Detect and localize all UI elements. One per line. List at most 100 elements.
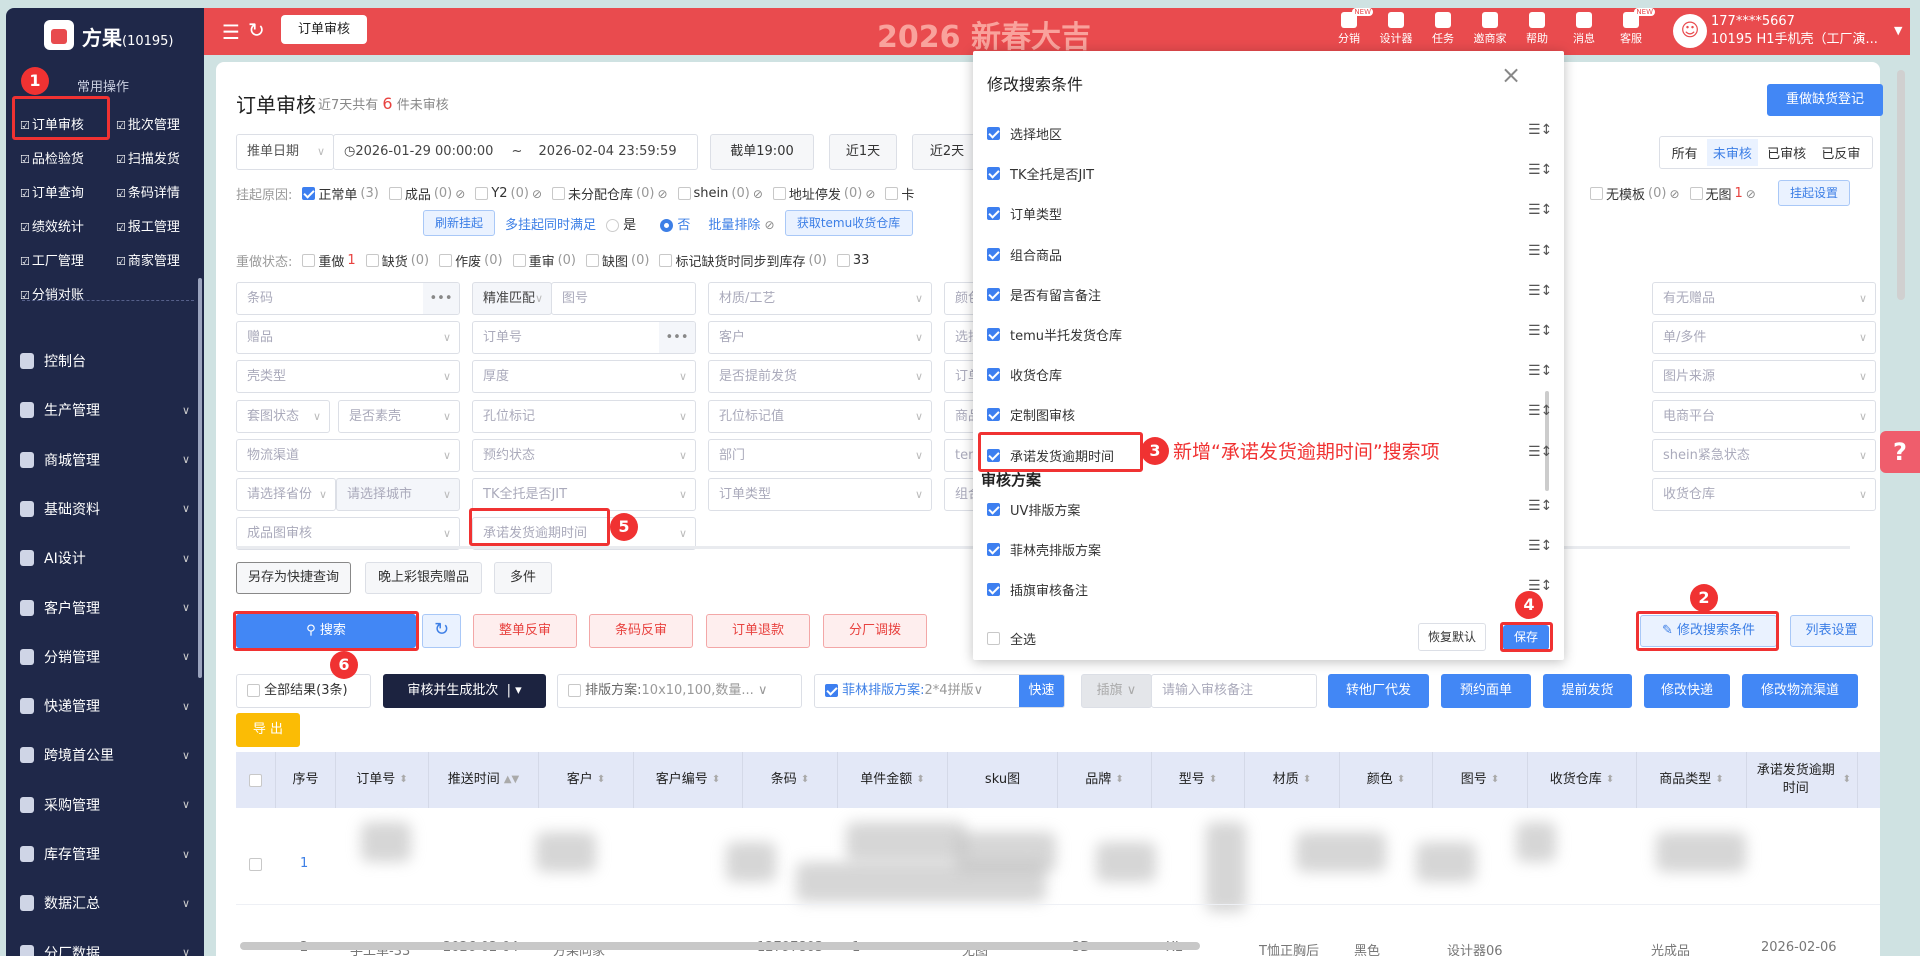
ban-icon[interactable]: ⊘ [657,187,667,201]
checkbox[interactable] [512,254,526,267]
column-header[interactable]: 承诺发货逾期时间 ⬍ [1747,752,1858,808]
filter-checkbox[interactable]: 缺图 (0) [586,251,649,270]
ban-icon[interactable]: ⊘ [532,187,542,201]
restore-default-button[interactable]: 恢复默认 [1418,623,1486,651]
drag-sort-icon[interactable]: ☰↕ [1528,202,1552,218]
list-settings-button[interactable]: 列表设置 [1790,615,1873,647]
drag-sort-icon[interactable]: ☰↕ [1528,122,1552,138]
column-header[interactable]: 收货仓库 ⬍ [1528,752,1637,808]
approve-generate-batch-button[interactable]: 审核并生成批次 | ▾ [383,674,546,708]
status-tab[interactable]: 未审核 [1706,139,1758,166]
header-service-button[interactable]: 客服 NEW [1611,8,1655,46]
dialog-condition-item[interactable]: 插旗审核备注 [987,580,1088,599]
column-header[interactable]: 客户 ⬍ [539,752,634,808]
sort-icon[interactable]: ⬍ [1209,771,1217,789]
quick-item[interactable]: ☑ 商家管理 [116,250,180,269]
filter-select[interactable]: shein紧急状态 ∨ [1652,438,1876,472]
more-icon[interactable]: ••• [423,283,459,314]
dialog-condition-item[interactable]: 收货仓库 [987,365,1062,384]
filter-select[interactable]: 电商平台 ∨ [1652,399,1876,433]
drag-sort-icon[interactable]: ☰↕ [1528,162,1552,178]
quick-item[interactable]: ☑ 条码详情 [116,182,180,201]
ban-icon[interactable]: ⊘ [865,187,875,201]
row-checkbox[interactable] [249,858,262,871]
date-range-input[interactable]: ◷2026-01-29 00:00:00 ~ 2026-02-04 23:59:… [333,134,698,170]
drag-sort-icon[interactable]: ☰↕ [1528,538,1552,554]
filter-select[interactable]: TK全托是否JIT ∨ [472,478,696,511]
column-header[interactable]: 推送时间 ▲▼ [429,752,539,808]
action-button[interactable]: 订单退款 [706,614,810,648]
ban-icon[interactable]: ⊘ [753,187,763,201]
checkbox[interactable] [987,503,1000,516]
column-header[interactable]: 单件金额 ⬍ [838,752,948,808]
ban-icon[interactable]: ⊘ [1746,187,1756,201]
column-header[interactable]: 型号 ⬍ [1152,752,1245,808]
header-user-button[interactable]: 邀商家 [1470,8,1510,46]
toolbar-action-button[interactable]: 提前发货 [1543,674,1632,708]
filter-select[interactable]: 材质/工艺 ∨ [708,282,932,315]
checkbox[interactable] [987,543,1000,556]
drag-sort-icon[interactable]: ☰↕ [1528,403,1552,419]
filter-checkbox[interactable]: 正常单 (3) [302,184,379,203]
toolbar-action-button[interactable]: 转他厂代发 [1328,674,1429,708]
column-header[interactable]: 商品类型 ⬍ [1637,752,1747,808]
last-1-day-button[interactable]: 近1天 [829,134,897,170]
fetch-temu-warehouse-button[interactable]: 获取temu收货仓库 [784,210,913,236]
ban-icon[interactable]: ⊘ [455,187,465,201]
action-button[interactable]: 整单反审 [473,614,577,648]
filter-checkbox[interactable]: 33 [836,253,869,268]
sidebar-item[interactable]: 快递管理 ∨ [20,694,190,718]
match-mode-select[interactable]: 精准匹配 ∨ [472,282,552,315]
filter-select[interactable]: 客户 ∨ [708,321,932,355]
sort-icon[interactable]: ⬍ [1397,771,1405,789]
dialog-condition-item[interactable]: 组合商品 [987,245,1062,264]
column-header[interactable]: 单 [1858,752,1880,808]
all-results-checkbox[interactable]: 全部结果(3条) [236,674,371,708]
sort-icon[interactable]: ⬍ [712,771,720,789]
header-task-button[interactable]: 任务 [1423,8,1463,46]
radio-no[interactable]: 否 [660,214,690,233]
quick-item[interactable]: ☑ 品检验货 [20,148,84,167]
column-header[interactable]: 序号 [276,752,336,808]
checkbox[interactable] [302,254,316,267]
review-remark-input[interactable]: 请输入审核备注 [1151,674,1317,708]
sidebar-item[interactable]: 采购管理 ∨ [20,793,190,817]
checkbox[interactable] [659,254,673,267]
dialog-condition-item[interactable]: 菲林壳排版方案 [987,540,1101,559]
user-dropdown-icon[interactable]: ▼ [1894,24,1902,37]
checkbox[interactable] [987,583,1000,596]
sort-icon[interactable]: ⬍ [916,771,924,789]
filter-checkbox[interactable]: shein (0) ⊘ [677,186,763,201]
checkbox[interactable] [1590,187,1603,200]
sidebar-item[interactable]: 基础资料 ∨ [20,497,190,521]
sidebar-item[interactable]: 客户管理 ∨ [20,596,190,620]
redo-shortage-register-button[interactable]: 重做缺货登记 [1767,84,1883,116]
filter-select[interactable]: 收货仓库 ∨ [1652,478,1876,511]
header-image-button[interactable]: 设计器 [1376,8,1416,46]
status-tab[interactable]: 已审核 [1761,139,1812,166]
quick-item[interactable]: ☑ 工厂管理 [20,250,84,269]
column-header[interactable]: 条码 ⬍ [743,752,838,808]
header-help-button[interactable]: 帮助 [1517,8,1557,46]
drag-sort-icon[interactable]: ☰↕ [1528,498,1552,514]
checkbox[interactable] [552,187,566,200]
checkbox[interactable] [885,187,899,200]
sort-icon[interactable]: ⬍ [1843,771,1851,789]
sidebar-item[interactable]: 跨境首公里 ∨ [20,743,190,767]
batch-exclude-link[interactable]: 批量排除 ⊘ [708,214,774,233]
quick-query-button[interactable]: 多件 [494,562,552,594]
dialog-condition-item[interactable]: temu半托发货仓库 [987,325,1122,344]
filter-select[interactable]: 是否提前发货 ∨ [708,360,932,394]
dialog-condition-item[interactable]: 定制图审核 [987,405,1075,424]
filter-select[interactable]: 孔位标记值 ∨ [708,399,932,433]
column-header[interactable]: 材质 ⬍ [1245,752,1340,808]
quick-item[interactable]: ☑ 分销对账 [20,284,84,303]
layout-plan-select[interactable]: 排版方案:10x10,100,数量... ∨ [557,674,802,708]
column-header[interactable]: 图号 ⬍ [1433,752,1528,808]
filter-select[interactable]: 厚度 ∨ [472,360,696,394]
filter-checkbox[interactable]: 标记缺货时同步到库存 (0) [659,251,827,270]
checkbox[interactable] [836,254,850,267]
filter-select[interactable]: 是否素壳 ∨ [338,399,460,433]
quick-item[interactable]: ☑ 报工管理 [116,216,180,235]
action-button[interactable]: 分厂调拨 [823,614,927,648]
